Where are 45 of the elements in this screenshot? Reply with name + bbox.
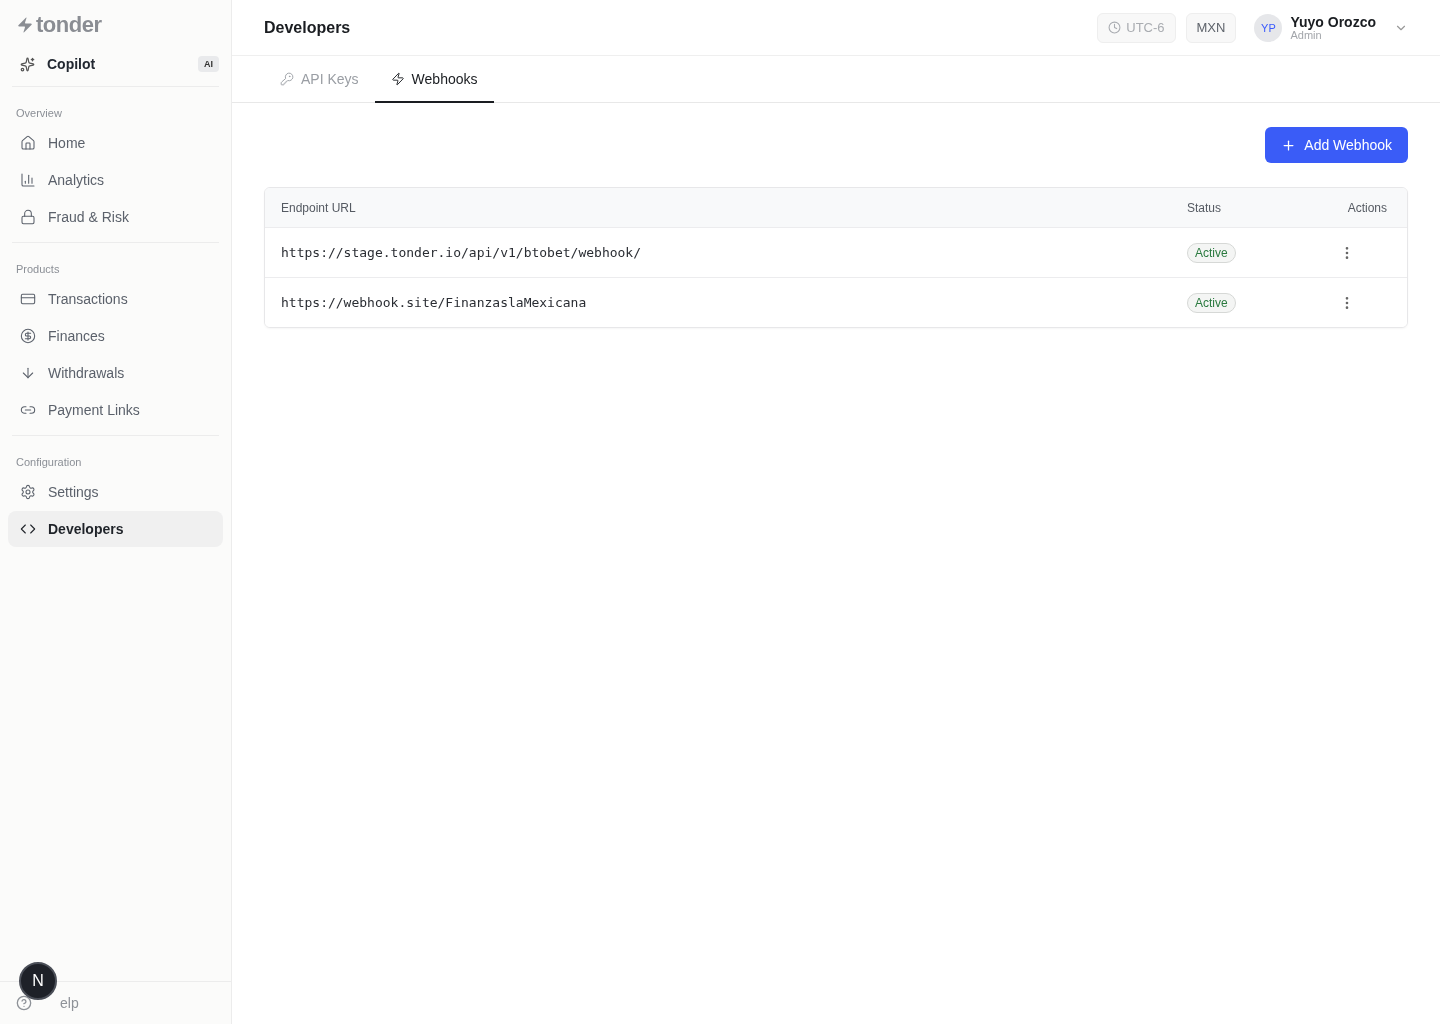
help-icon bbox=[16, 995, 32, 1011]
sparkle-icon bbox=[20, 56, 35, 72]
clock-icon bbox=[1108, 21, 1122, 34]
endpoint-url: https://stage.tonder.io/api/v1/btobet/webhook/ bbox=[281, 245, 643, 260]
nav-icon bbox=[20, 209, 36, 225]
column-header: Status bbox=[1187, 200, 1223, 215]
nav-icon bbox=[20, 521, 36, 537]
nav-item[interactable]: Developers bbox=[8, 511, 223, 547]
nav-icon bbox=[20, 328, 36, 344]
lightning-icon bbox=[390, 71, 405, 86]
nav-icon bbox=[20, 365, 36, 381]
nav-item[interactable]: Fraud & Risk bbox=[8, 199, 223, 235]
nav-item[interactable]: Withdrawals bbox=[8, 355, 223, 391]
copilot-link[interactable]: Copilot bbox=[47, 56, 186, 72]
avatar[interactable]: YP bbox=[1254, 13, 1283, 42]
status-badge: Active bbox=[1187, 242, 1236, 263]
plus-icon bbox=[1281, 137, 1297, 153]
section-title: Configuration bbox=[15, 455, 83, 470]
nav-icon bbox=[20, 135, 36, 151]
column-header: Actions bbox=[1347, 200, 1387, 215]
key-icon bbox=[280, 71, 294, 86]
nav-item[interactable]: Transactions bbox=[8, 281, 223, 317]
add-webhook-button[interactable]: Add Webhook bbox=[1265, 127, 1408, 163]
nav-item[interactable]: Home bbox=[8, 125, 223, 161]
section-title: Overview bbox=[15, 106, 63, 121]
column-header: Endpoint URL bbox=[281, 200, 357, 215]
user-name: Yuyo Orozco bbox=[1290, 14, 1376, 29]
nav-icon bbox=[20, 484, 36, 500]
nav-item[interactable]: Analytics bbox=[8, 162, 223, 198]
section-title: Products bbox=[15, 262, 61, 277]
status-badge: Active bbox=[1187, 292, 1236, 313]
tab[interactable]: Webhooks bbox=[374, 56, 494, 103]
nav-icon bbox=[20, 172, 36, 188]
nav-item[interactable]: Finances bbox=[8, 318, 223, 354]
endpoint-url: https://webhook.site/FinanzaslaMexicana bbox=[281, 295, 588, 310]
ai-badge: AI bbox=[198, 56, 219, 72]
page-title: Developers bbox=[264, 18, 352, 37]
currency-chip[interactable]: MXN bbox=[1185, 12, 1237, 43]
nav-icon bbox=[20, 291, 36, 307]
logo: tonder bbox=[36, 12, 102, 38]
nav-item[interactable]: Settings bbox=[8, 474, 223, 510]
floating-button[interactable]: N bbox=[19, 962, 57, 1000]
user-role: Admin bbox=[1290, 28, 1322, 41]
logo-icon bbox=[16, 16, 34, 34]
nav-item[interactable]: Payment Links bbox=[8, 392, 223, 428]
